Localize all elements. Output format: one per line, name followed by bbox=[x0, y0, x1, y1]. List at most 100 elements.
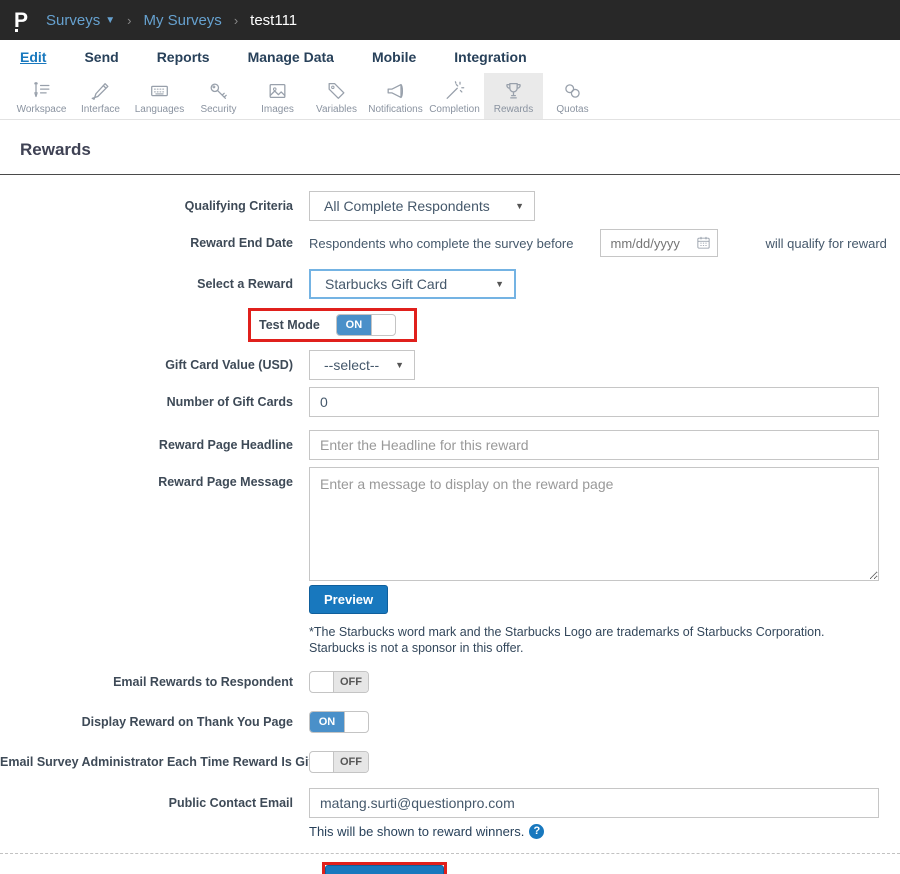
breadcrumb-current-survey: test111 bbox=[250, 11, 298, 29]
tool-label: Workspace bbox=[16, 104, 67, 115]
row-reward-end-date: Reward End Date Respondents who complete… bbox=[0, 229, 900, 257]
end-date-prefix-text: Respondents who complete the survey befo… bbox=[309, 235, 574, 251]
row-reward-message: Reward Page Message bbox=[0, 467, 900, 581]
tool-workspace[interactable]: Workspace bbox=[12, 73, 71, 119]
row-email-rewards: Email Rewards to Respondent OFF bbox=[0, 670, 900, 693]
reward-headline-label: Reward Page Headline bbox=[158, 438, 293, 452]
dashed-divider bbox=[0, 852, 900, 854]
reward-message-textarea[interactable] bbox=[309, 467, 879, 581]
calendar-icon[interactable] bbox=[696, 235, 711, 250]
test-mode-label: Test Mode bbox=[259, 318, 320, 332]
help-icon[interactable]: ? bbox=[529, 823, 545, 839]
row-reward-headline: Reward Page Headline bbox=[0, 430, 900, 460]
preview-button[interactable]: Preview bbox=[309, 585, 389, 614]
top-bar: P Surveys ▼ › My Surveys › test111 bbox=[0, 0, 900, 40]
gift-card-value-select[interactable]: --select-- ▼ bbox=[309, 350, 415, 380]
menu-send[interactable]: Send bbox=[84, 49, 118, 65]
tool-label: Quotas bbox=[556, 104, 589, 115]
row-disclaimer: *The Starbucks word mark and the Starbuc… bbox=[0, 624, 900, 657]
starbucks-disclaimer-text: *The Starbucks word mark and the Starbuc… bbox=[309, 625, 825, 656]
quotas-icon bbox=[565, 84, 580, 98]
row-gift-card-value: Gift Card Value (USD) --select-- ▼ bbox=[0, 350, 900, 380]
tool-security[interactable]: Security bbox=[189, 73, 248, 119]
row-public-email: Public Contact Email bbox=[0, 787, 900, 818]
test-mode-toggle[interactable]: ON bbox=[335, 314, 396, 336]
security-icon bbox=[210, 83, 227, 99]
rewards-form: Qualifying Criteria All Complete Respond… bbox=[0, 175, 900, 874]
row-email-admin: Email Survey Administrator Each Time Rew… bbox=[0, 750, 900, 773]
chevron-down-icon[interactable]: ▼ bbox=[105, 15, 115, 26]
row-test-mode: Test Mode ON bbox=[0, 308, 900, 342]
row-public-email-help: This will be shown to reward winners. ? bbox=[0, 823, 900, 839]
page-title: Rewards bbox=[20, 140, 91, 159]
row-qualifying-criteria: Qualifying Criteria All Complete Respond… bbox=[0, 191, 900, 221]
toggle-state-text: ON bbox=[310, 711, 344, 732]
menu-edit[interactable]: Edit bbox=[20, 49, 46, 65]
email-admin-label: Email Survey Administrator Each Time Rew… bbox=[0, 754, 330, 769]
breadcrumb-separator-icon: › bbox=[233, 12, 239, 28]
tool-label: Languages bbox=[134, 104, 185, 115]
menu-mobile[interactable]: Mobile bbox=[372, 49, 416, 65]
toggle-state-text: OFF bbox=[334, 671, 368, 692]
qualifying-criteria-label: Qualifying Criteria bbox=[184, 199, 293, 213]
tool-label: Rewards bbox=[493, 104, 534, 115]
tool-quotas[interactable]: Quotas bbox=[543, 73, 602, 119]
caret-down-icon: ▼ bbox=[395, 360, 404, 370]
tool-label: Notifications bbox=[368, 104, 423, 115]
menu-reports[interactable]: Reports bbox=[157, 49, 210, 65]
main-menu: Edit Send Reports Manage Data Mobile Int… bbox=[0, 40, 900, 73]
menu-integration[interactable]: Integration bbox=[454, 49, 526, 65]
tool-label: Completion bbox=[429, 104, 480, 115]
tool-label: Security bbox=[200, 104, 237, 115]
tool-label: Images bbox=[261, 104, 294, 115]
save-area: Save Changes bbox=[322, 861, 900, 874]
tool-images[interactable]: Images bbox=[248, 73, 307, 119]
tool-languages[interactable]: Languages bbox=[130, 73, 189, 119]
select-reward-value: Starbucks Gift Card bbox=[325, 276, 448, 292]
number-gift-cards-label: Number of Gift Cards bbox=[166, 395, 293, 409]
toggle-knob bbox=[370, 315, 395, 335]
breadcrumb-surveys[interactable]: Surveys bbox=[46, 12, 100, 29]
display-reward-toggle[interactable]: ON bbox=[309, 710, 369, 733]
end-date-field-wrap bbox=[599, 229, 718, 257]
display-reward-label: Display Reward on Thank You Page bbox=[81, 714, 293, 729]
public-email-input[interactable] bbox=[309, 787, 879, 818]
public-email-label: Public Contact Email bbox=[168, 795, 293, 810]
qualifying-criteria-select[interactable]: All Complete Respondents ▼ bbox=[309, 191, 535, 221]
rewards-icon bbox=[506, 83, 521, 99]
email-rewards-toggle[interactable]: OFF bbox=[309, 670, 369, 693]
caret-down-icon: ▼ bbox=[515, 201, 524, 211]
completion-icon bbox=[446, 81, 465, 99]
breadcrumb-separator-icon: › bbox=[127, 12, 132, 28]
save-changes-button[interactable]: Save Changes bbox=[325, 864, 444, 874]
gift-card-value-value: --select-- bbox=[324, 357, 380, 373]
row-number-gift-cards: Number of Gift Cards bbox=[0, 387, 900, 417]
reward-headline-input[interactable] bbox=[309, 430, 879, 460]
menu-manage-data[interactable]: Manage Data bbox=[248, 49, 334, 65]
select-reward-select[interactable]: Starbucks Gift Card ▼ bbox=[309, 269, 516, 299]
toggle-state-text: ON bbox=[336, 315, 371, 335]
number-gift-cards-input[interactable] bbox=[309, 387, 879, 417]
email-admin-toggle[interactable]: OFF bbox=[309, 750, 369, 773]
tool-completion[interactable]: Completion bbox=[425, 73, 484, 119]
workspace-icon bbox=[34, 82, 50, 98]
toggle-knob bbox=[310, 751, 334, 772]
edit-toolbar: Workspace Interface Languages Security I… bbox=[0, 73, 900, 120]
images-icon bbox=[269, 83, 286, 99]
caret-down-icon: ▼ bbox=[495, 279, 504, 289]
tool-rewards[interactable]: Rewards bbox=[484, 73, 543, 119]
row-display-reward: Display Reward on Thank You Page ON bbox=[0, 710, 900, 733]
toggle-knob bbox=[310, 671, 334, 692]
reward-message-label: Reward Page Message bbox=[158, 475, 293, 489]
end-date-suffix-text: will qualify for reward bbox=[765, 235, 887, 251]
tool-interface[interactable]: Interface bbox=[71, 73, 130, 119]
save-annotation-box: Save Changes bbox=[322, 861, 447, 874]
gift-card-value-label: Gift Card Value (USD) bbox=[165, 358, 293, 372]
variables-icon bbox=[328, 83, 345, 99]
questionpro-logo[interactable]: P bbox=[14, 10, 28, 32]
breadcrumb-my-surveys[interactable]: My Surveys bbox=[143, 12, 221, 29]
tool-notifications[interactable]: Notifications bbox=[366, 73, 425, 119]
select-reward-label: Select a Reward bbox=[197, 277, 293, 291]
toggle-knob bbox=[344, 711, 368, 732]
tool-variables[interactable]: Variables bbox=[307, 73, 366, 119]
